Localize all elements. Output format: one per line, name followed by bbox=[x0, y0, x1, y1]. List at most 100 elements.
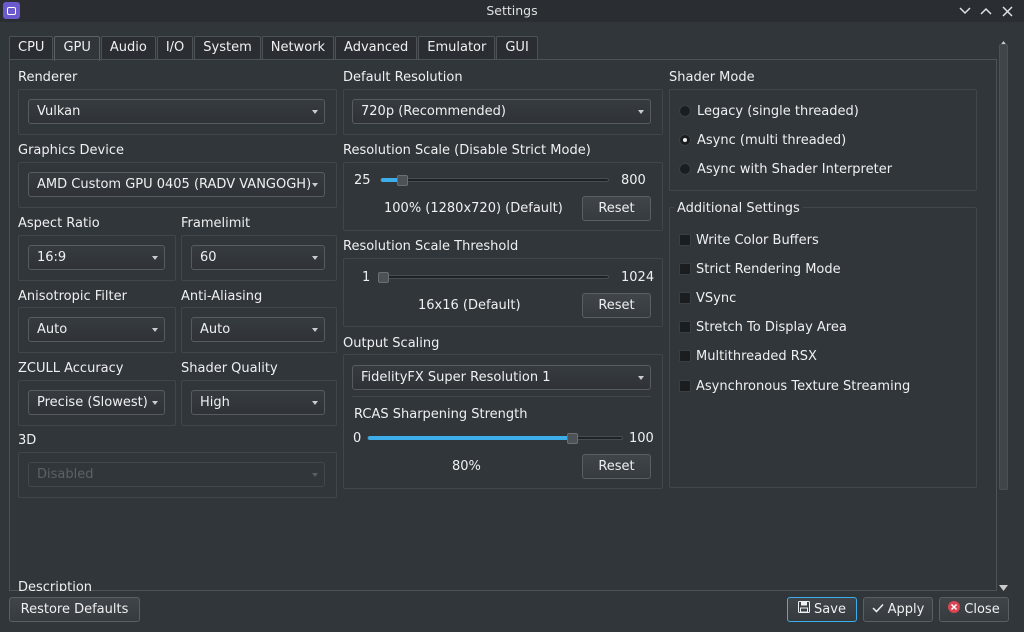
resolution-scale-handle[interactable] bbox=[397, 175, 408, 186]
aspect-ratio-value: 16:9 bbox=[37, 250, 67, 265]
anisotropic-filter-value: Auto bbox=[37, 322, 68, 337]
resolution-scale-reset-button[interactable]: Reset bbox=[582, 196, 651, 221]
resolution-threshold-slider[interactable] bbox=[380, 275, 609, 279]
shader-mode-option-label: Async with Shader Interpreter bbox=[697, 162, 893, 177]
radio-button[interactable] bbox=[679, 105, 691, 117]
tab-io[interactable]: I/O bbox=[156, 36, 194, 60]
close-icon bbox=[948, 598, 961, 621]
chevron-down-icon bbox=[638, 110, 644, 114]
tab-network[interactable]: Network bbox=[261, 36, 335, 60]
scroll-up-icon[interactable] bbox=[999, 36, 1008, 47]
radio-button[interactable] bbox=[679, 163, 691, 175]
shader-mode-option-legacy[interactable]: Legacy (single threaded) bbox=[678, 104, 938, 122]
zcull-accuracy-label: ZCULL Accuracy bbox=[18, 361, 124, 376]
tab-gpu[interactable]: GPU bbox=[54, 36, 100, 61]
default-resolution-select[interactable]: 720p (Recommended) bbox=[352, 99, 651, 124]
anti-aliasing-label: Anti-Aliasing bbox=[181, 289, 263, 304]
chevron-down-icon bbox=[152, 256, 158, 260]
restore-defaults-button[interactable]: Restore Defaults bbox=[9, 597, 140, 622]
checkbox-label: VSync bbox=[696, 291, 737, 306]
rcas-slider[interactable] bbox=[367, 436, 623, 440]
additional-settings-label: Additional Settings bbox=[674, 201, 803, 216]
shader-mode-option-async[interactable]: Async (multi threaded) bbox=[678, 133, 938, 151]
scroll-down-icon[interactable] bbox=[999, 580, 1008, 591]
shader-quality-value: High bbox=[200, 395, 230, 410]
save-button[interactable]: Save bbox=[787, 597, 857, 622]
shader-mode-option-label: Async (multi threaded) bbox=[697, 133, 847, 148]
tab-advanced[interactable]: Advanced bbox=[335, 36, 418, 60]
tab-bar: CPU GPU Audio I/O System Network Advance… bbox=[9, 36, 539, 61]
shader-quality-select[interactable]: High bbox=[191, 390, 325, 415]
chevron-down-icon bbox=[152, 401, 158, 405]
resolution-scale-max: 800 bbox=[621, 173, 646, 188]
rcas-reset-button[interactable]: Reset bbox=[582, 454, 651, 479]
checkbox[interactable] bbox=[679, 234, 691, 246]
close-window-icon[interactable] bbox=[998, 2, 1016, 20]
chevron-down-icon bbox=[638, 376, 644, 380]
three-d-label: 3D bbox=[18, 433, 37, 448]
close-label: Close bbox=[964, 602, 1000, 617]
shader-mode-option-interpreter[interactable]: Async with Shader Interpreter bbox=[678, 162, 938, 180]
rcas-handle[interactable] bbox=[567, 433, 578, 444]
chevron-down-icon bbox=[312, 328, 318, 332]
checkbox-write-color-buffers[interactable]: Write Color Buffers bbox=[678, 233, 948, 251]
output-scaling-label: Output Scaling bbox=[343, 336, 440, 351]
apply-button[interactable]: Apply bbox=[863, 597, 933, 622]
renderer-select[interactable]: Vulkan bbox=[28, 99, 325, 124]
output-scaling-select[interactable]: FidelityFX Super Resolution 1 bbox=[352, 365, 651, 390]
tab-audio[interactable]: Audio bbox=[100, 36, 156, 60]
renderer-value: Vulkan bbox=[37, 104, 81, 119]
shader-quality-label: Shader Quality bbox=[181, 361, 278, 376]
checkbox-async-texture-streaming[interactable]: Asynchronous Texture Streaming bbox=[678, 379, 948, 397]
anti-aliasing-select[interactable]: Auto bbox=[191, 317, 325, 342]
checkbox-strict-rendering-mode[interactable]: Strict Rendering Mode bbox=[678, 262, 948, 280]
graphics-device-select[interactable]: AMD Custom GPU 0405 (RADV VANGOGH) bbox=[28, 172, 325, 197]
resolution-threshold-reset-button[interactable]: Reset bbox=[582, 293, 651, 318]
tab-system[interactable]: System bbox=[194, 36, 261, 60]
renderer-label: Renderer bbox=[18, 70, 78, 85]
resolution-scale-min: 25 bbox=[354, 173, 371, 188]
aspect-ratio-select[interactable]: 16:9 bbox=[28, 245, 165, 270]
framelimit-select[interactable]: 60 bbox=[191, 245, 325, 270]
anti-aliasing-value: Auto bbox=[200, 322, 231, 337]
checkbox-label: Asynchronous Texture Streaming bbox=[696, 379, 911, 394]
checkbox[interactable] bbox=[679, 380, 691, 392]
checkbox-label: Strict Rendering Mode bbox=[696, 262, 841, 277]
chevron-down-icon bbox=[152, 328, 158, 332]
tab-gui[interactable]: GUI bbox=[496, 36, 538, 60]
default-resolution-label: Default Resolution bbox=[343, 70, 463, 85]
save-label: Save bbox=[814, 602, 846, 617]
checkbox-multithreaded-rsx[interactable]: Multithreaded RSX bbox=[678, 349, 948, 367]
scroll-thumb[interactable] bbox=[999, 44, 1008, 490]
checkbox[interactable] bbox=[679, 292, 691, 304]
three-d-value: Disabled bbox=[37, 467, 94, 482]
close-button[interactable]: Close bbox=[939, 597, 1009, 622]
chevron-down-icon bbox=[312, 401, 318, 405]
divider bbox=[352, 396, 651, 397]
maximize-icon[interactable] bbox=[977, 2, 995, 20]
framelimit-value: 60 bbox=[200, 250, 217, 265]
apply-label: Apply bbox=[887, 602, 925, 617]
checkbox-label: Write Color Buffers bbox=[696, 233, 819, 248]
rcas-value: 80% bbox=[452, 459, 481, 474]
graphics-device-value: AMD Custom GPU 0405 (RADV VANGOGH) bbox=[37, 177, 312, 192]
radio-button[interactable] bbox=[679, 134, 691, 146]
tab-emulator[interactable]: Emulator bbox=[418, 36, 496, 60]
resolution-threshold-handle[interactable] bbox=[378, 272, 389, 283]
chevron-down-icon bbox=[312, 473, 318, 477]
checkbox[interactable] bbox=[679, 263, 691, 275]
three-d-select: Disabled bbox=[28, 462, 325, 487]
checkbox-stretch-to-display[interactable]: Stretch To Display Area bbox=[678, 320, 948, 338]
resolution-scale-slider[interactable] bbox=[380, 178, 609, 182]
aspect-ratio-label: Aspect Ratio bbox=[18, 216, 100, 231]
minimize-icon[interactable] bbox=[956, 2, 974, 20]
tab-cpu[interactable]: CPU bbox=[9, 36, 54, 60]
chevron-down-icon bbox=[312, 110, 318, 114]
anisotropic-filter-select[interactable]: Auto bbox=[28, 317, 165, 342]
resolution-threshold-value: 16x16 (Default) bbox=[418, 298, 521, 313]
zcull-accuracy-select[interactable]: Precise (Slowest) bbox=[28, 390, 165, 415]
checkbox-vsync[interactable]: VSync bbox=[678, 291, 948, 309]
checkbox[interactable] bbox=[679, 350, 691, 362]
checkbox[interactable] bbox=[679, 321, 691, 333]
chevron-down-icon bbox=[312, 183, 318, 187]
